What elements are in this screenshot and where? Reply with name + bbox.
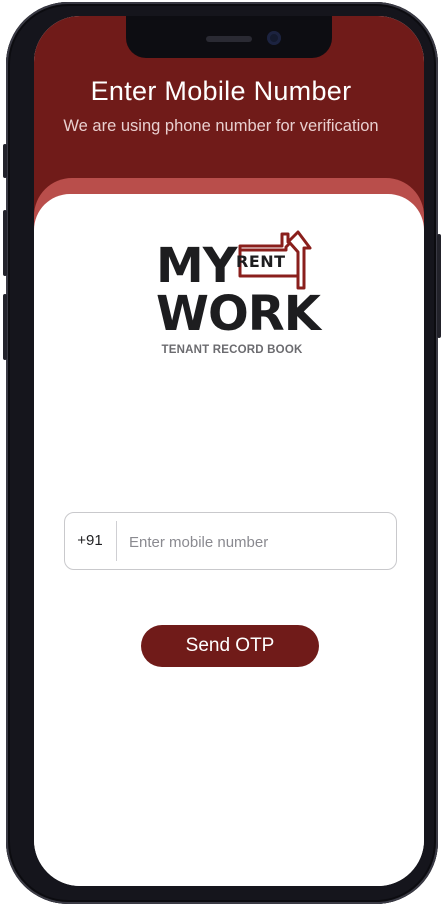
- page-subtitle: We are using phone number for verificati…: [63, 117, 379, 135]
- camera-icon: [267, 31, 281, 45]
- app-screen: Enter Mobile Number We are using phone n…: [34, 16, 424, 886]
- send-otp-button[interactable]: Send OTP: [141, 625, 319, 667]
- mobile-number-input[interactable]: [127, 521, 381, 563]
- input-divider: [116, 521, 117, 561]
- phone-side-button: [3, 144, 7, 178]
- app-logo: MY RENT WORK TENANT RECORD BOOK: [152, 226, 321, 376]
- logo-text-rent: RENT: [236, 252, 286, 271]
- logo-text-work: WORK: [156, 286, 321, 342]
- logo-tagline: TENANT RECORD BOOK: [161, 344, 303, 356]
- speaker-grill: [206, 36, 252, 42]
- logo-text-my: MY: [156, 238, 238, 294]
- phone-frame: Enter Mobile Number We are using phone n…: [3, 2, 441, 904]
- page-title: Enter Mobile Number: [90, 76, 352, 106]
- mobile-input-group: +91: [64, 512, 397, 570]
- phone-volume-down-button: [3, 294, 7, 360]
- phone-volume-up-button: [3, 210, 7, 276]
- phone-notch: [126, 16, 332, 58]
- country-code: +91: [77, 532, 103, 549]
- phone-power-button: [437, 234, 441, 338]
